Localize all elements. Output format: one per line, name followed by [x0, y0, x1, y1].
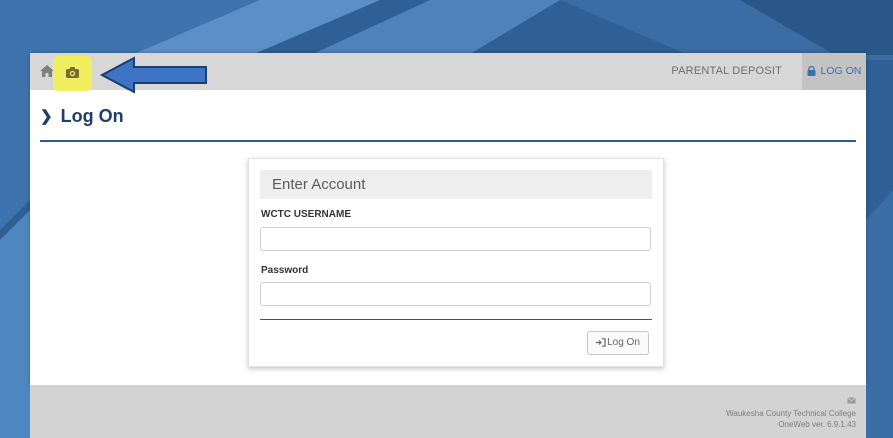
footer-institution: Waukesha County Technical College — [726, 409, 856, 418]
username-input[interactable] — [260, 227, 651, 251]
password-input[interactable] — [260, 282, 651, 306]
title-divider — [40, 140, 856, 142]
app-window: PARENTAL DEPOSIT LOG ON ❯ Log On Enter Ac… — [30, 53, 866, 385]
nav-log-on-label: LOG ON — [820, 65, 862, 77]
page-title: ❯ Log On — [40, 104, 124, 128]
camera-icon[interactable] — [66, 67, 79, 78]
nav-log-on[interactable]: LOG ON — [802, 53, 866, 90]
nav-parental-deposit[interactable]: PARENTAL DEPOSIT — [671, 53, 782, 90]
arrow-left-icon — [100, 56, 207, 94]
form-divider — [260, 319, 652, 320]
login-card-header: Enter Account — [260, 170, 652, 199]
log-on-button[interactable]: Log On — [587, 331, 649, 355]
lock-icon — [807, 66, 816, 77]
page-title-text: Log On — [60, 106, 124, 126]
chevron-right-icon: ❯ — [40, 108, 53, 125]
password-label: Password — [261, 265, 309, 276]
sign-in-icon — [596, 338, 606, 347]
mail-icon[interactable] — [847, 397, 856, 404]
footer: Waukesha County Technical College OneWeb… — [30, 385, 866, 438]
home-icon[interactable] — [40, 65, 54, 77]
footer-version: OneWeb ver. 6.9.1.43 — [778, 420, 856, 429]
top-nav-bar: PARENTAL DEPOSIT LOG ON — [30, 53, 866, 94]
username-label: WCTC USERNAME — [261, 209, 351, 220]
log-on-button-label: Log On — [607, 337, 640, 348]
login-card: Enter Account WCTC USERNAME Password Log… — [248, 158, 664, 367]
